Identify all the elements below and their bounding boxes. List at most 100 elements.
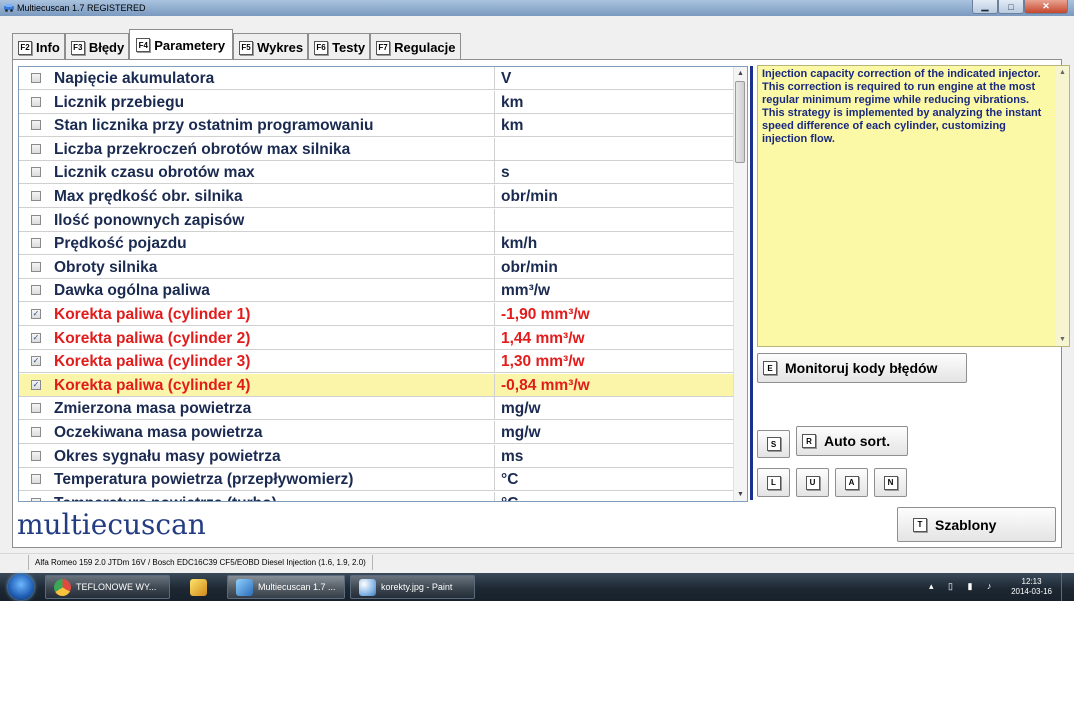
scroll-down-icon[interactable]: ▼	[1059, 336, 1066, 343]
table-row[interactable]: ✓ Korekta paliwa (cylinder 4) -0,84 mm³/w	[19, 373, 735, 397]
parameter-value: mm³/w	[501, 282, 551, 300]
table-row[interactable]: Liczba przekroczeń obrotów max silnika	[19, 137, 735, 161]
table-row[interactable]: ✓ Korekta paliwa (cylinder 3) 1,30 mm³/w	[19, 350, 735, 374]
scroll-up-icon[interactable]: ▲	[1059, 69, 1066, 76]
n-button[interactable]: N	[874, 468, 907, 497]
tab-f4[interactable]: F4 Parametery	[129, 29, 234, 60]
table-row[interactable]: ✓ Korekta paliwa (cylinder 2) 1,44 mm³/w	[19, 326, 735, 350]
scroll-down-icon[interactable]: ▼	[734, 488, 747, 501]
description-text: Injection capacity correction of the ind…	[762, 68, 1042, 145]
row-checkbox[interactable]	[31, 191, 41, 201]
row-checkbox[interactable]: ✓	[31, 356, 41, 367]
l-button[interactable]: L	[757, 468, 790, 497]
tab-label: Testy	[332, 40, 366, 55]
row-checkbox[interactable]	[31, 120, 41, 131]
row-checkbox[interactable]	[31, 474, 41, 485]
table-row[interactable]: Licznik przebiegu km	[19, 90, 735, 114]
taskbar-item-chrome[interactable]: TEFLONOWE WY...	[45, 575, 170, 599]
table-row[interactable]: Max prędkość obr. silnika obr/min	[19, 185, 735, 208]
hotkey-badge: S	[766, 437, 781, 451]
description-scrollbar[interactable]: ▲ ▼	[1056, 66, 1069, 346]
scroll-up-icon[interactable]: ▲	[734, 67, 747, 80]
row-checkbox[interactable]: ✓	[31, 332, 41, 343]
u-button[interactable]: U	[796, 468, 829, 497]
tab-f3[interactable]: F3 Błędy	[64, 33, 130, 61]
parameter-value: km	[501, 117, 524, 135]
tab-f2[interactable]: F2 Info	[12, 33, 65, 61]
table-row[interactable]: Temperatura powietrza (przepływomierz) °C	[19, 468, 735, 492]
parameter-value: ms	[501, 447, 524, 465]
row-checkbox[interactable]: ✓	[31, 309, 41, 319]
app-car-icon	[4, 4, 14, 12]
close-icon: ✕	[1042, 1, 1050, 11]
row-checkbox[interactable]: ✓	[31, 379, 41, 390]
s-button[interactable]: S	[757, 430, 790, 458]
title-bar[interactable]: Multiecuscan 1.7 REGISTERED ▁ □ ✕	[0, 0, 1074, 16]
tab-f6[interactable]: F6 Testy	[308, 33, 371, 61]
row-checkbox[interactable]	[31, 143, 41, 154]
hotkey-badge: F3	[70, 40, 85, 55]
auto-sort-button[interactable]: R Auto sort.	[796, 426, 908, 456]
table-row[interactable]: Prędkość pojazdu km/h	[19, 232, 735, 256]
row-checkbox[interactable]	[31, 427, 41, 437]
panel-divider	[750, 66, 753, 500]
a-button[interactable]: A	[835, 468, 868, 497]
table-row[interactable]: Licznik czasu obrotów max s	[19, 161, 735, 185]
column-divider	[494, 137, 495, 160]
parameter-name: Oczekiwana masa powietrza	[54, 424, 263, 441]
row-checkbox[interactable]	[31, 403, 41, 414]
parameter-value: obr/min	[501, 258, 558, 276]
minimize-button[interactable]: ▁	[972, 0, 998, 14]
taskbar-item-multiecuscan[interactable]: Multiecuscan 1.7 ...	[227, 575, 345, 599]
column-divider	[494, 468, 495, 491]
application-window: Multiecuscan 1.7 REGISTERED ▁ □ ✕ F2 Info…	[0, 0, 1074, 601]
minimize-icon: ▁	[981, 1, 989, 11]
row-checkbox[interactable]	[31, 261, 41, 272]
table-row[interactable]: Napięcie akumulatora V	[19, 67, 735, 90]
parameters-table[interactable]: Napięcie akumulatora V Licznik przebiegu km…	[18, 66, 748, 502]
clock[interactable]: 12:13 2014-03-16	[1011, 577, 1052, 597]
table-row[interactable]: Zmierzona masa powietrza mg/w	[19, 397, 735, 421]
taskbar-item-pinned[interactable]	[175, 575, 223, 599]
row-checkbox[interactable]	[31, 214, 41, 225]
row-checkbox[interactable]	[31, 238, 41, 249]
table-row[interactable]: Obroty silnika obr/min	[19, 255, 735, 279]
table-row[interactable]: Okres sygnału masy powietrza ms	[19, 444, 735, 468]
taskbar-item-paint[interactable]: korekty.jpg - Paint	[350, 575, 475, 599]
table-row[interactable]: Oczekiwana masa powietrza mg/w	[19, 421, 735, 444]
table-row[interactable]: Temperatura powietrza (turbo) °C	[19, 491, 735, 501]
parameter-name: Licznik przebiegu	[54, 93, 185, 111]
table-row[interactable]: Stan licznika przy ostatnim programowani…	[19, 114, 735, 138]
monitor-fault-codes-label: Monitoruj kody błędów	[785, 360, 938, 376]
row-checkbox[interactable]	[31, 450, 41, 461]
row-checkbox[interactable]	[31, 167, 41, 178]
parameter-name: Max prędkość obr. silnika	[54, 188, 243, 205]
maximize-icon: □	[1008, 1, 1014, 12]
tray-icons[interactable]: ▴ ▯ ▮ ♪	[929, 581, 997, 592]
scroll-thumb[interactable]	[735, 81, 745, 163]
start-button[interactable]	[8, 574, 34, 600]
tab-f5[interactable]: F5 Wykres	[233, 33, 309, 61]
window-controls: ▁ □ ✕	[972, 0, 1068, 16]
row-checkbox[interactable]	[31, 285, 41, 296]
row-checkbox[interactable]	[31, 73, 41, 83]
table-row[interactable]: ✓ Korekta paliwa (cylinder 1) -1,90 mm³/w	[19, 303, 735, 326]
parameter-value: -1,90 mm³/w	[501, 306, 590, 323]
show-desktop-button[interactable]	[1061, 573, 1074, 601]
templates-button[interactable]: T Szablony	[897, 507, 1056, 542]
column-divider	[494, 491, 495, 501]
table-scrollbar[interactable]: ▲ ▼	[733, 67, 747, 501]
tab-f7[interactable]: F7 Regulacje	[370, 33, 461, 61]
monitor-fault-codes-button[interactable]: E Monitoruj kody błędów	[757, 353, 967, 383]
tab-label: Info	[36, 40, 60, 55]
parameter-name: Licznik czasu obrotów max	[54, 164, 255, 182]
maximize-button[interactable]: □	[998, 0, 1024, 14]
table-row[interactable]: Dawka ogólna paliwa mm³/w	[19, 279, 735, 303]
row-checkbox[interactable]	[31, 497, 41, 501]
close-button[interactable]: ✕	[1024, 0, 1068, 14]
table-row[interactable]: Ilość ponownych zapisów	[19, 208, 735, 232]
parameter-name: Stan licznika przy ostatnim programowani…	[54, 117, 374, 135]
column-divider	[494, 90, 495, 113]
row-checkbox[interactable]	[31, 96, 41, 107]
status-bar: Alfa Romeo 159 2.0 JTDm 16V / Bosch EDC1…	[0, 553, 1074, 572]
